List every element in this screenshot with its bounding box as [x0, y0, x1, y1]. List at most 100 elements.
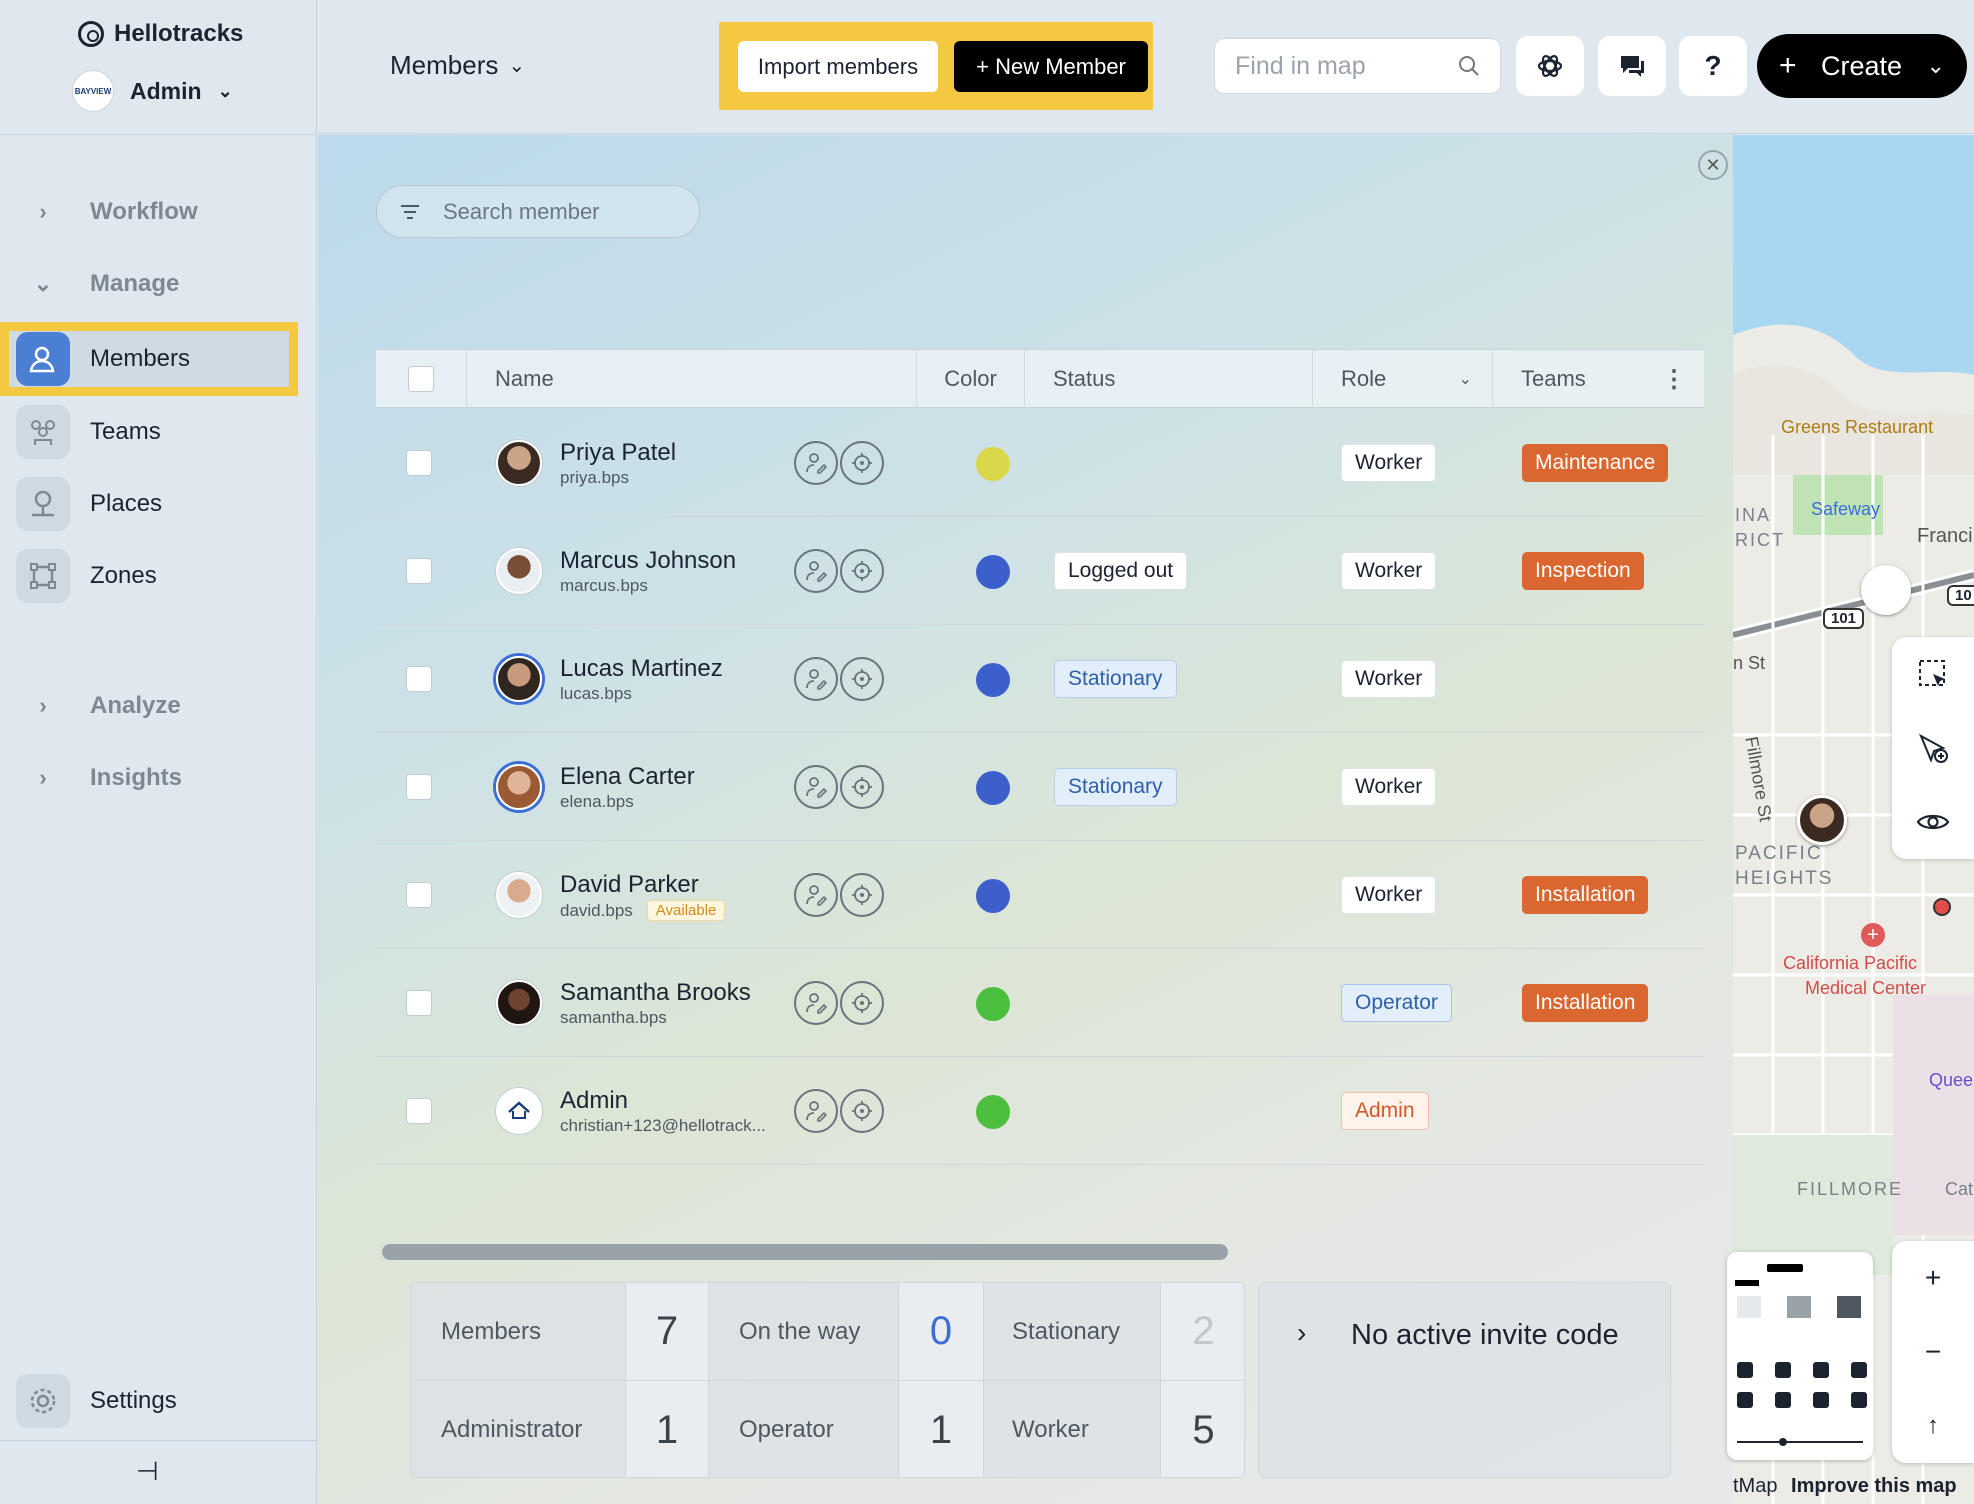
member-name[interactable]: Admin	[560, 1087, 628, 1115]
sidebar-item-zones[interactable]: Zones	[0, 539, 298, 613]
sidebar-item-settings[interactable]: Settings	[16, 1374, 177, 1428]
locate-member-button[interactable]	[840, 873, 884, 917]
role-badge[interactable]: Worker	[1341, 552, 1437, 590]
locate-member-button[interactable]	[840, 981, 884, 1025]
color-dot[interactable]	[976, 879, 1010, 913]
crosshair-icon	[852, 885, 872, 905]
table-row[interactable]: Marcus Johnson marcus.bps Logged out Wor…	[376, 517, 1704, 625]
invite-code-panel[interactable]: › No active invite code	[1258, 1282, 1671, 1478]
team-badge[interactable]: Installation	[1522, 876, 1649, 914]
map-marker-dot[interactable]	[1933, 898, 1951, 916]
color-dot[interactable]	[976, 447, 1010, 481]
chat-button[interactable]	[1598, 36, 1666, 96]
member-name[interactable]: Marcus Johnson	[560, 547, 736, 575]
edit-member-button[interactable]	[794, 441, 838, 485]
reset-north-button[interactable]: ↑	[1892, 1389, 1974, 1463]
page-dropdown[interactable]: Members ⌄	[390, 50, 525, 81]
team-badge[interactable]: Maintenance	[1522, 444, 1669, 482]
member-name[interactable]: Elena Carter	[560, 763, 695, 791]
row-checkbox[interactable]	[406, 1098, 432, 1124]
more-vertical-icon[interactable]: ⋮	[1662, 365, 1686, 394]
section-analyze[interactable]: › Analyze	[30, 692, 180, 720]
section-manage[interactable]: ⌄ Manage	[30, 270, 180, 298]
stat-label: Operator	[709, 1381, 899, 1477]
role-badge[interactable]: Worker	[1341, 876, 1437, 914]
header-name[interactable]: Name	[466, 350, 916, 408]
edit-member-button[interactable]	[794, 981, 838, 1025]
member-name[interactable]: Lucas Martinez	[560, 655, 723, 683]
edit-member-button[interactable]	[794, 873, 838, 917]
add-point-button[interactable]	[1892, 711, 1974, 785]
table-row[interactable]: Lucas Martinez lucas.bps Stationary Work…	[376, 625, 1704, 733]
map-marker-logo[interactable]	[1861, 565, 1911, 615]
account-switcher[interactable]: BAYVIEW Admin ⌄	[72, 70, 233, 112]
sidebar-item-places[interactable]: Places	[0, 467, 298, 541]
edit-member-button[interactable]	[794, 657, 838, 701]
map-marker-avatar[interactable]	[1797, 795, 1847, 845]
color-dot[interactable]	[976, 987, 1010, 1021]
sidebar-item-members[interactable]: Members	[0, 322, 298, 396]
section-insights[interactable]: › Insights	[30, 764, 182, 792]
row-checkbox[interactable]	[406, 558, 432, 584]
member-name[interactable]: Priya Patel	[560, 439, 676, 467]
locate-member-button[interactable]	[840, 657, 884, 701]
row-checkbox[interactable]	[406, 990, 432, 1016]
visibility-button[interactable]	[1892, 785, 1974, 859]
header-role[interactable]: Role ⌄	[1312, 350, 1492, 408]
header-color[interactable]: Color	[916, 350, 1024, 408]
member-name[interactable]: David Parker	[560, 871, 699, 899]
improve-map-link[interactable]: Improve this map	[1791, 1475, 1957, 1497]
attribution-text[interactable]: tMap	[1733, 1475, 1777, 1497]
crosshair-icon	[852, 1101, 872, 1121]
select-all-checkbox[interactable]	[408, 366, 434, 392]
section-workflow[interactable]: › Workflow	[30, 198, 197, 226]
edit-member-button[interactable]	[794, 549, 838, 593]
close-panel-button[interactable]: ✕	[1698, 150, 1728, 180]
find-in-map-input[interactable]: Find in map	[1214, 38, 1501, 94]
edit-member-button[interactable]	[794, 765, 838, 809]
row-checkbox[interactable]	[406, 450, 432, 476]
horizontal-scrollbar[interactable]	[382, 1244, 1228, 1260]
zoom-in-button[interactable]: +	[1892, 1241, 1974, 1315]
help-button[interactable]: ?	[1679, 36, 1747, 96]
row-checkbox[interactable]	[406, 666, 432, 692]
table-row[interactable]: Priya Patel priya.bps Worker Maintenance	[376, 409, 1704, 517]
import-members-button[interactable]: Import members	[738, 41, 938, 92]
role-badge[interactable]: Admin	[1341, 1092, 1429, 1130]
select-area-button[interactable]	[1892, 637, 1974, 711]
zoom-out-button[interactable]: −	[1892, 1315, 1974, 1389]
color-dot[interactable]	[976, 663, 1010, 697]
map-layers-preview[interactable]	[1727, 1252, 1873, 1460]
role-badge[interactable]: Worker	[1341, 768, 1437, 806]
team-badge[interactable]: Installation	[1522, 984, 1649, 1022]
table-row[interactable]: Elena Carter elena.bps Stationary Worker	[376, 733, 1704, 841]
ai-assistant-button[interactable]	[1516, 36, 1584, 96]
pin-sidebar-icon[interactable]: ⊣	[136, 1456, 159, 1487]
map-label: n St	[1733, 653, 1766, 673]
new-member-button[interactable]: + New Member	[954, 41, 1148, 92]
row-checkbox[interactable]	[406, 882, 432, 908]
color-dot[interactable]	[976, 555, 1010, 589]
search-member-input[interactable]: Search member	[376, 185, 700, 238]
create-button[interactable]: + Create ⌄	[1757, 34, 1967, 98]
sidebar-item-teams[interactable]: Teams	[0, 395, 298, 469]
team-badge[interactable]: Inspection	[1522, 552, 1644, 590]
map-label: Quee	[1929, 1070, 1974, 1090]
role-badge[interactable]: Worker	[1341, 444, 1437, 482]
role-badge[interactable]: Worker	[1341, 660, 1437, 698]
color-dot[interactable]	[976, 771, 1010, 805]
header-teams[interactable]: Teams ⋮	[1492, 350, 1704, 408]
locate-member-button[interactable]	[840, 549, 884, 593]
locate-member-button[interactable]	[840, 441, 884, 485]
edit-member-button[interactable]	[794, 1089, 838, 1133]
row-checkbox[interactable]	[406, 774, 432, 800]
table-row[interactable]: Samantha Brooks samantha.bps Operator In…	[376, 949, 1704, 1057]
header-status[interactable]: Status	[1024, 350, 1312, 408]
role-badge[interactable]: Operator	[1341, 984, 1452, 1022]
table-row[interactable]: David Parker david.bps Available Worker I…	[376, 841, 1704, 949]
locate-member-button[interactable]	[840, 765, 884, 809]
color-dot[interactable]	[976, 1095, 1010, 1129]
member-name[interactable]: Samantha Brooks	[560, 979, 751, 1007]
locate-member-button[interactable]	[840, 1089, 884, 1133]
table-row[interactable]: Admin christian+123@hellotrack... Admin	[376, 1057, 1704, 1165]
